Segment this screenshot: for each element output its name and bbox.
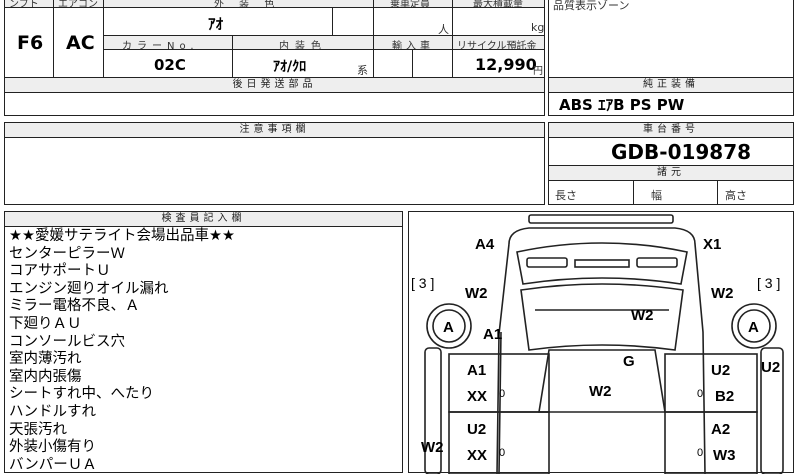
bracket-left: [ 3 ] [411, 275, 434, 291]
car-diagram: A4 X1 W2 W2 A A A1 W2 G A1 U2 U2 XX B2 W… [411, 214, 784, 474]
chassis-header: 車台番号 [549, 123, 793, 138]
note-line: ハンドルすれ [9, 403, 96, 420]
mark-w2-right: W2 [711, 285, 734, 302]
interior-color-value: ｱｵ/ｸﾛ [273, 59, 307, 75]
inspector-notes-header: 検査員記入欄 [5, 212, 402, 227]
mark-w2-hood: W2 [631, 307, 654, 324]
exterior-color-extra-cell [332, 7, 374, 36]
import-cell [373, 49, 413, 79]
note-line: 室内内張傷 [9, 368, 82, 385]
mark-g-roof: G [623, 353, 635, 370]
interior-color-cell: ｱｵ/ｸﾛ 系 [232, 49, 374, 79]
later-parts-header: 後日発送部品 [5, 78, 544, 93]
dims-divider-2 [717, 180, 718, 205]
note-line: コンソールビス穴 [9, 333, 125, 350]
length-label: 長さ [555, 189, 577, 202]
note-line: シートすれ中、へたり [9, 386, 154, 403]
exterior-color-value: ｱｵ [208, 15, 224, 33]
bumper-top-outline [528, 214, 674, 224]
note-line: ミラー電格不良、Ａ [9, 298, 140, 315]
mark-a4: A4 [475, 236, 495, 253]
rear-lamp-right [636, 257, 678, 268]
caution-header: 注意事項欄 [5, 123, 544, 138]
note-line: コアサポートＵ [9, 263, 111, 280]
color-no-value: 02C [154, 56, 186, 74]
later-parts-box: 後日発送部品 [4, 77, 545, 116]
note-line: 下廻りＡＵ [9, 315, 82, 332]
dims-divider-1 [633, 180, 634, 205]
mark-x1: X1 [703, 236, 721, 253]
rear-lamp-left [526, 257, 568, 268]
note-line: センターピラーＷ [9, 245, 125, 262]
recycle-fee-value: 12,990 [475, 55, 537, 74]
cabin-outline [538, 349, 666, 413]
color-no-cell: 02C [103, 49, 233, 79]
recycle-header: リサイクル預託金 [452, 35, 545, 52]
color-no-header: カラーNo. [103, 35, 233, 52]
genuine-equipment-box: 純正装備 ABS ｴｱB PS PW [548, 77, 794, 116]
height-label: 高さ [725, 189, 747, 202]
mark-a1-left: A1 [483, 326, 502, 343]
mission-cell: F6 [4, 7, 54, 79]
aircon-cell: AC [53, 7, 104, 79]
mark-b2: B2 [715, 388, 734, 405]
body-outline [498, 227, 706, 474]
quality-zone-box: 品質表示ゾーン [548, 0, 794, 78]
aircon-value: AC [66, 32, 95, 54]
bracket-right: [ 3 ] [757, 275, 780, 291]
mark-a-left: A [443, 319, 454, 336]
note-line: 室内薄汚れ [9, 351, 82, 368]
mark-w2-bottom-left: W2 [421, 439, 444, 456]
mark-xx-1: XX [467, 388, 487, 405]
inspector-notes-box: 検査員記入欄 ★★愛媛サテライト会場出品車★★ センターピラーＷ コアサポートＵ… [4, 211, 403, 473]
mark-w3: W3 [713, 447, 736, 464]
mark-a2: A2 [711, 421, 730, 438]
mark-zero-1: 0 [499, 388, 505, 400]
import-cell-2 [412, 49, 453, 79]
mark-zero-3: 0 [499, 447, 505, 459]
rear-trunk-outline [516, 242, 688, 285]
max-load-cell: kg [452, 7, 545, 36]
genuine-equipment-header: 純正装備 [549, 78, 793, 93]
mark-w2-center: W2 [589, 383, 612, 400]
mark-a-right: A [748, 319, 759, 336]
recycle-cell: 12,990 円 [452, 49, 545, 79]
chassis-number: GDB-019878 [611, 140, 752, 164]
mark-a1-door: A1 [467, 362, 486, 379]
width-label: 幅 [651, 189, 662, 202]
plate-area [574, 259, 630, 268]
mark-xx-2: XX [467, 447, 487, 464]
genuine-equipment-value: ABS ｴｱB PS PW [559, 96, 685, 114]
mark-w2-left: W2 [465, 285, 488, 302]
vehicle-info-grid: ンフト エアコン 外 装 色 乗車定員 最大積載量 F6 AC ｱｵ 人 kg … [4, 0, 545, 79]
car-diagram-box: A4 X1 W2 W2 A A A1 W2 G A1 U2 U2 XX B2 W… [408, 211, 794, 474]
dims-header: 諸元 [549, 165, 793, 181]
mark-zero-2: 0 [697, 388, 703, 400]
note-line: バンパーＵＡ [9, 456, 97, 473]
note-line: 外装小傷有り [9, 439, 96, 456]
note-line: 天張汚れ [9, 421, 67, 438]
exterior-color-cell: ｱｵ [103, 7, 333, 36]
caution-box: 注意事項欄 [4, 122, 545, 205]
inspector-notes-list: ★★愛媛サテライト会場出品車★★ センターピラーＷ コアサポートＵ エンジン廻り… [9, 228, 235, 474]
mark-u2-door: U2 [711, 362, 730, 379]
interior-color-header: 内装色 [232, 35, 374, 52]
mission-value: F6 [17, 32, 44, 54]
chassis-box: 車台番号 GDB-019878 諸元 長さ 幅 高さ [548, 122, 794, 205]
mark-u2-edge: U2 [761, 359, 780, 376]
mark-u2-rear: U2 [467, 421, 486, 438]
note-line: ★★愛媛サテライト会場出品車★★ [9, 228, 235, 244]
note-line: エンジン廻りオイル漏れ [9, 280, 169, 297]
capacity-cell: 人 [373, 7, 453, 36]
mark-zero-4: 0 [697, 447, 703, 459]
import-header: 輸入車 [373, 35, 453, 52]
hood-outline [520, 283, 684, 351]
